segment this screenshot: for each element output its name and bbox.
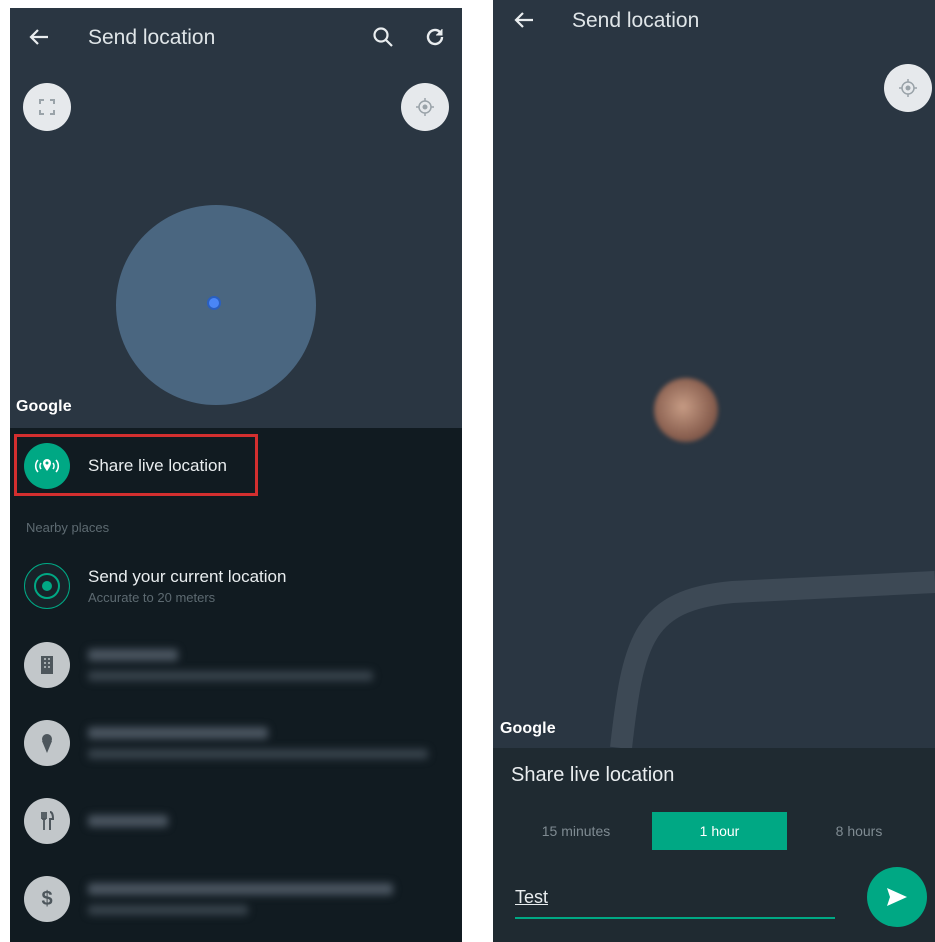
- send-current-location-row[interactable]: Send your current location Accurate to 2…: [24, 562, 462, 610]
- share-live-location-row[interactable]: Share live location: [24, 442, 262, 490]
- app-bar: Send location: [10, 18, 462, 58]
- ice-cream-icon: [24, 720, 70, 766]
- app-bar: Send location: [493, 0, 935, 40]
- sheet-title: Share live location: [511, 764, 675, 786]
- nearby-heading: Nearby places: [26, 520, 110, 535]
- left-screen: Google Send location Share live location…: [10, 8, 462, 942]
- avatar: [654, 378, 718, 442]
- fullscreen-icon: [38, 98, 56, 116]
- send-button[interactable]: [867, 867, 927, 927]
- map-attribution: Google: [500, 720, 556, 737]
- duration-option-1-hour[interactable]: 1 hour: [652, 812, 787, 850]
- send-icon: [885, 886, 909, 908]
- list-item[interactable]: [24, 718, 462, 768]
- list-item[interactable]: $: [24, 874, 462, 924]
- comment-field-value: Test: [515, 887, 549, 907]
- map-view[interactable]: Google: [10, 8, 462, 428]
- comment-field[interactable]: Test: [515, 887, 835, 919]
- my-location-button[interactable]: [401, 83, 449, 131]
- current-location-subtitle: Accurate to 20 meters: [88, 590, 216, 605]
- places-sheet: Share live location Nearby places Send y…: [10, 428, 462, 942]
- current-location-title: Send your current location: [88, 567, 287, 586]
- my-location-button[interactable]: [884, 64, 932, 112]
- building-icon: [24, 642, 70, 688]
- list-item[interactable]: [24, 640, 462, 690]
- fullscreen-button[interactable]: [23, 83, 71, 131]
- my-location-icon: [898, 78, 918, 98]
- right-screen: Google Send location Share live location…: [493, 0, 935, 942]
- arrow-left-icon[interactable]: [513, 9, 535, 31]
- arrow-left-icon[interactable]: [28, 26, 50, 48]
- page-title: Send location: [88, 26, 216, 49]
- dollar-icon: $: [24, 876, 70, 922]
- map-road: [610, 571, 935, 748]
- current-location-icon: [24, 563, 70, 609]
- current-location-dot: [207, 296, 221, 310]
- map-attribution: Google: [16, 398, 72, 415]
- my-location-icon: [415, 97, 435, 117]
- restaurant-icon: [24, 798, 70, 844]
- duration-option-15-minutes[interactable]: 15 minutes: [521, 812, 631, 850]
- list-item[interactable]: [24, 796, 462, 846]
- page-title: Send location: [572, 9, 700, 32]
- share-live-location-label: Share live location: [88, 456, 227, 475]
- duration-option-8-hours[interactable]: 8 hours: [809, 812, 909, 850]
- map-view[interactable]: Google: [493, 0, 935, 748]
- live-location-icon: [24, 443, 70, 489]
- search-icon[interactable]: [372, 26, 394, 48]
- refresh-icon[interactable]: [424, 26, 446, 48]
